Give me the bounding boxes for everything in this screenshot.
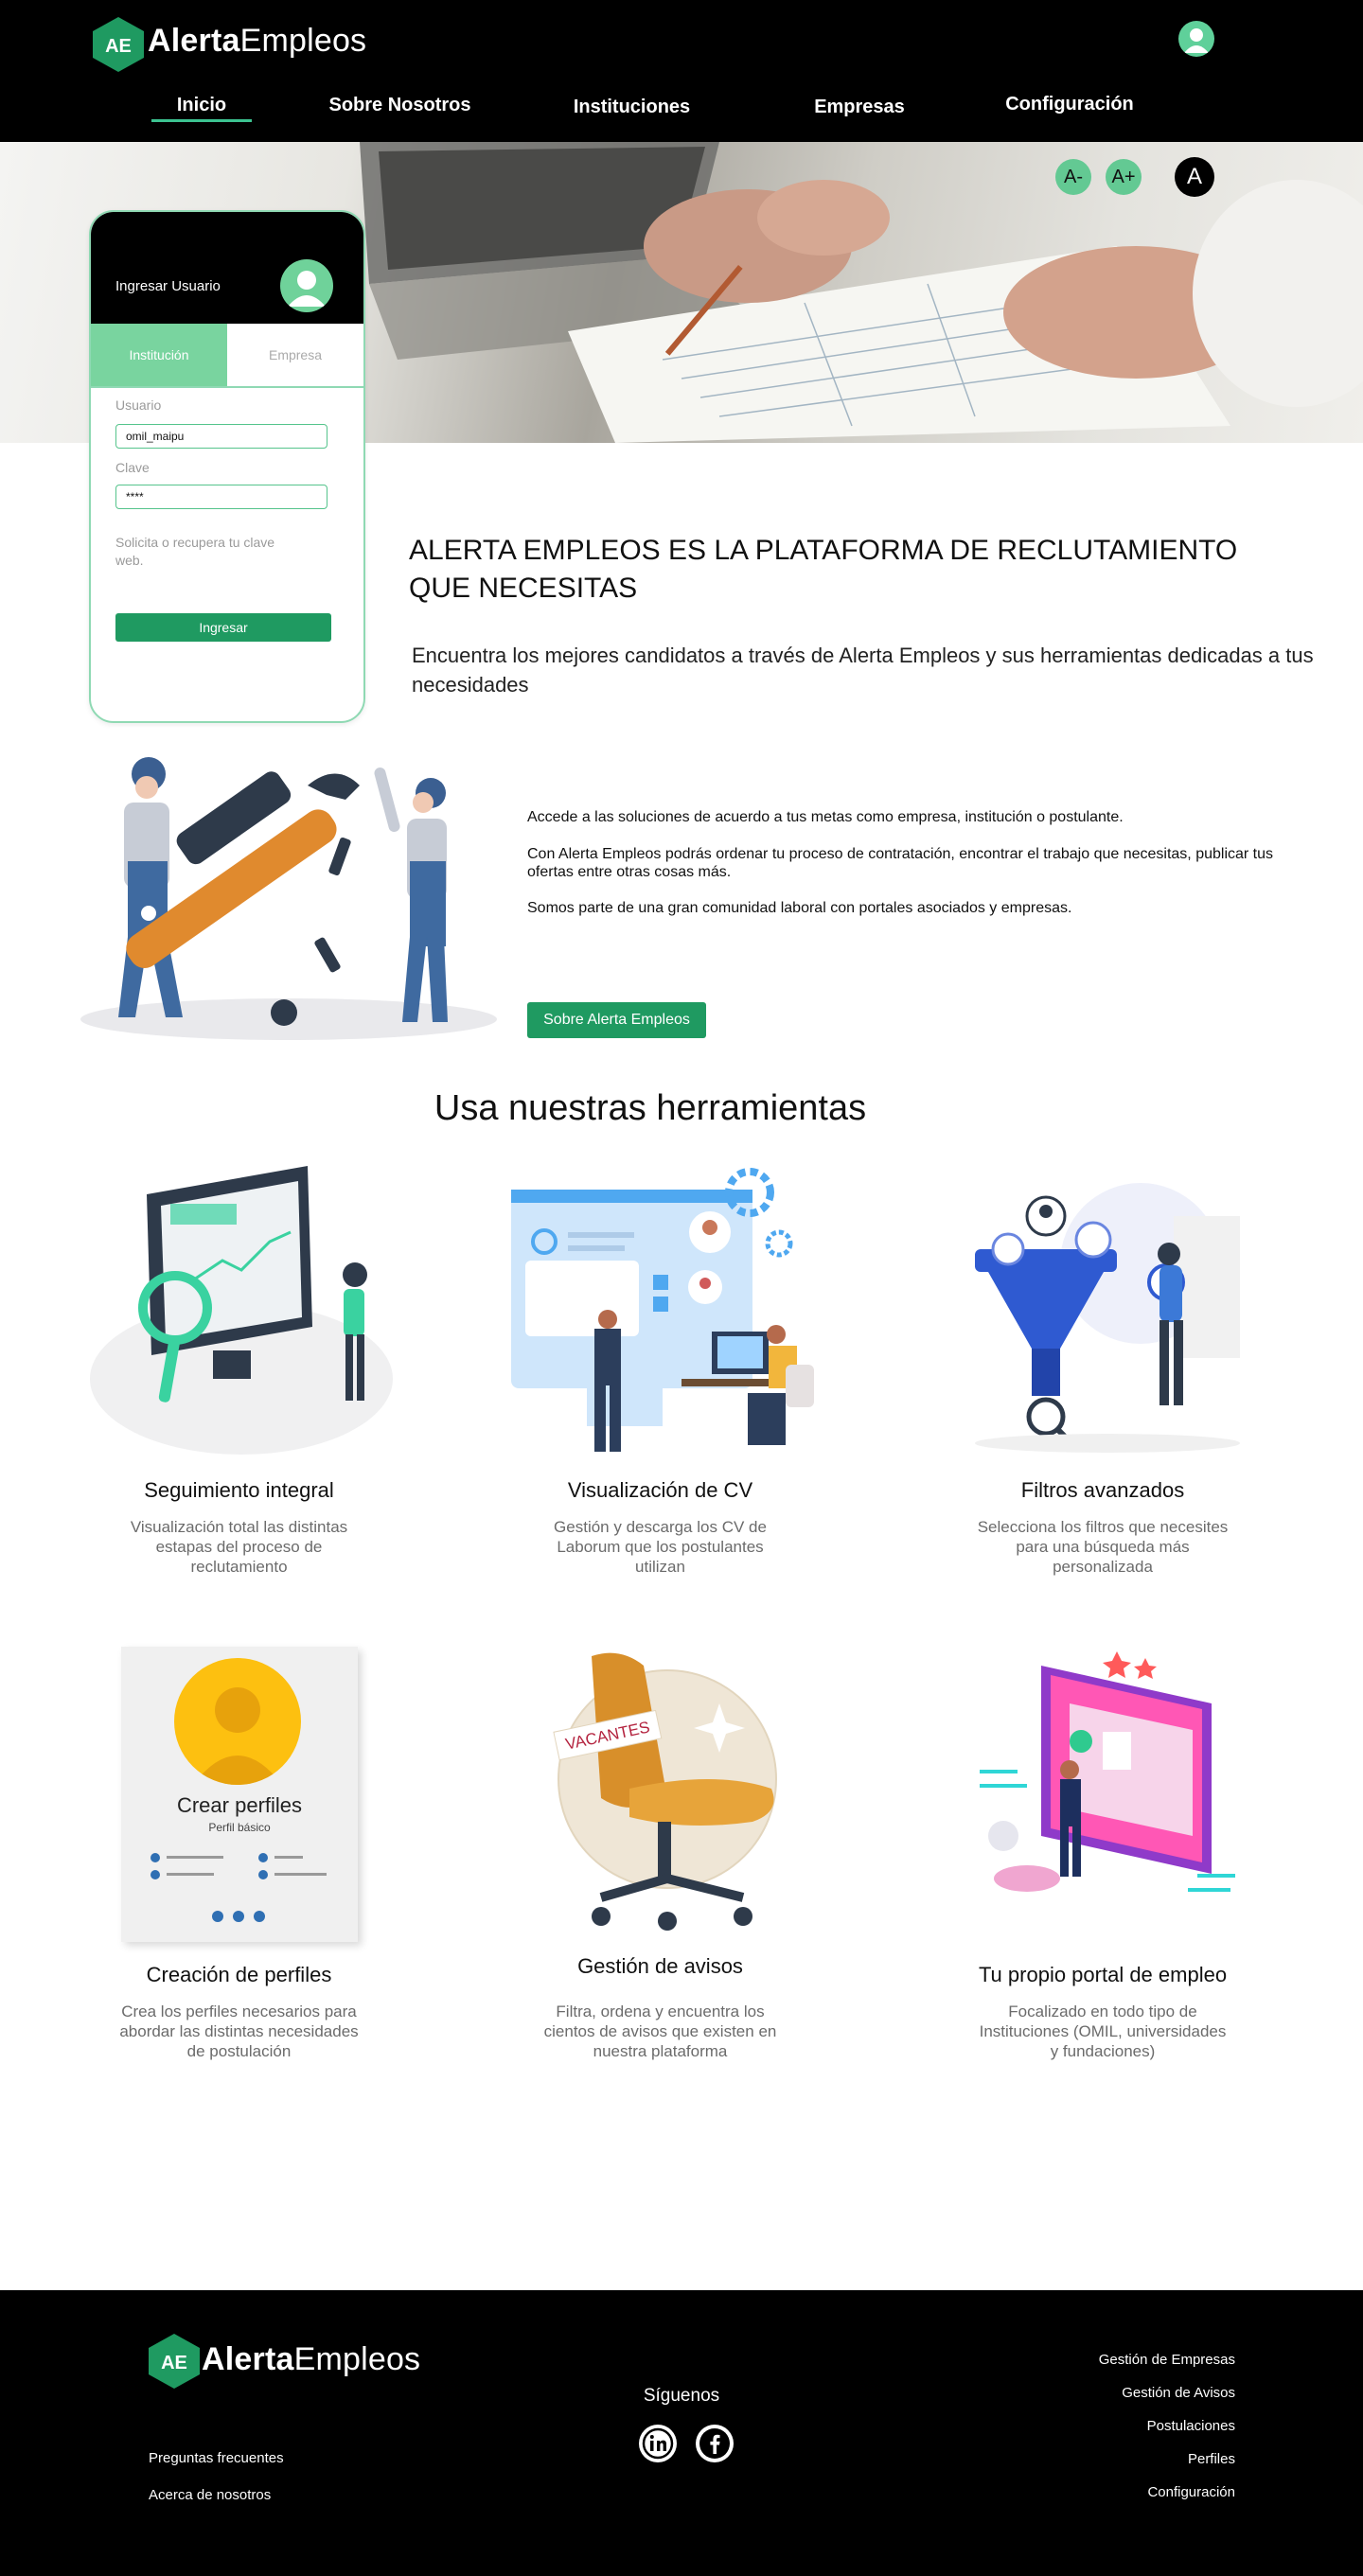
cv-visualization-illustration [511,1168,814,1452]
job-portal-illustration [980,1651,1235,1892]
recover-password-link[interactable]: Solicita o recupera tu clave web. [115,534,276,570]
tool-5-title: Gestión de avisos [577,1954,743,1978]
tool-3-desc: Selecciona los filtros que necesites par… [977,1518,1229,1576]
footer-logo-hexagon-icon: AE [149,2334,200,2389]
tab-institucion[interactable]: Institución [91,324,227,386]
tab-divider [91,386,363,388]
tool-2-desc: Gestión y descarga los CV de Laborum que… [554,1518,767,1576]
tool-6-title: Tu propio portal de empleo [978,1963,1228,1986]
user-input[interactable]: omil_maipu [115,424,327,449]
nav-sobre-nosotros[interactable]: Sobre Nosotros [322,95,478,116]
footer-follow-title: Síguenos [643,2386,720,2406]
login-submit-button[interactable]: Ingresar [115,613,331,642]
footer-logo-text: AlertaEmpleos [202,2341,420,2378]
logo-regular: Empleos [239,23,367,59]
nav-active-indicator [151,119,252,122]
user-avatar-icon[interactable] [1178,21,1214,57]
footer-link-configuracion[interactable]: Configuración [994,2484,1235,2500]
footer-logo-mark-text: AE [161,2353,187,2373]
tool-1-desc: Visualización total las distintas estapa… [130,1518,348,1576]
login-header: Ingresar Usuario [91,212,363,324]
nav-empresas[interactable]: Empresas [793,97,926,118]
profile-card-title: Crear perfiles [176,1793,303,1817]
password-label: Clave [115,460,150,475]
login-card: Ingresar Usuario Institución Empresa Usu… [89,210,365,723]
contrast-toggle-button[interactable]: A [1175,157,1214,197]
nav-configuracion[interactable]: Configuración [994,94,1145,115]
logo-mark-text: AE [105,36,132,57]
footer-link-avisos[interactable]: Gestión de Avisos [994,2385,1235,2401]
footer-link-postulaciones[interactable]: Postulaciones [994,2418,1235,2434]
linkedin-icon[interactable] [639,2425,677,2462]
facebook-icon[interactable] [696,2425,734,2462]
about-paragraph-2: Con Alerta Empleos podrás ordenar tu pro… [527,846,1274,880]
tool-3-title: Filtros avanzados [1020,1478,1185,1502]
footer-logo-bold: Alerta [202,2341,294,2377]
site-footer: AE AlertaEmpleos Preguntas frecuentes Ac… [0,2290,1363,2576]
profile-card-subtitle: Perfil básico [208,1821,271,1834]
logo-text: AlertaEmpleos [148,23,366,60]
font-increase-button[interactable]: A+ [1106,159,1142,195]
footer-logo-regular: Empleos [293,2341,421,2377]
tool-4-title: Creación de perfiles [146,1963,332,1986]
logo-bold: Alerta [148,23,240,59]
tracking-dashboard-illustration [90,1166,393,1455]
tools-section-title: Usa nuestras herramientas [434,1088,867,1128]
about-button[interactable]: Sobre Alerta Empleos [527,1002,706,1038]
nav-instituciones[interactable]: Instituciones [554,97,710,118]
footer-link-about[interactable]: Acerca de nosotros [149,2487,271,2503]
advanced-filters-illustration [975,1183,1240,1453]
workers-wrench-illustration [80,757,497,1040]
profile-contact-icons [150,1853,327,1922]
login-title: Ingresar Usuario [115,278,221,294]
profile-card-illustration: Crear perfiles Perfil básico [121,1647,358,1942]
intro-headline: ALERTA EMPLEOS ES LA PLATAFORMA DE RECLU… [409,535,1238,604]
user-label: Usuario [115,397,162,413]
logo-hexagon-icon: AE [93,17,144,72]
password-input[interactable]: **** [115,485,327,509]
tool-2-title: Visualización de CV [567,1478,753,1502]
footer-link-empresas[interactable]: Gestión de Empresas [994,2352,1235,2368]
tool-5-desc: Filtra, ordena y encuentra los cientos d… [543,2003,777,2060]
profile-person-icon [174,1658,301,1785]
nav-inicio[interactable]: Inicio [153,95,250,116]
tool-6-desc: Focalizado en todo tipo de Instituciones… [979,2003,1227,2060]
footer-link-perfiles[interactable]: Perfiles [994,2451,1235,2467]
login-avatar-icon [280,259,333,312]
header-logo[interactable]: AE AlertaEmpleos [93,17,366,77]
about-paragraph-1: Accede a las soluciones de acuerdo a tus… [527,809,1124,825]
tool-4-desc: Crea los perfiles necesarios para aborda… [119,2003,359,2060]
font-decrease-button[interactable]: A- [1055,159,1091,195]
tool-1-title: Seguimiento integral [144,1478,334,1502]
site-header: AE AlertaEmpleos Inicio Sobre Nosotros I… [0,0,1363,142]
footer-logo[interactable]: AE AlertaEmpleos [149,2334,420,2393]
tab-empresa[interactable]: Empresa [227,324,363,386]
about-paragraph-3: Somos parte de una gran comunidad labora… [527,900,1072,916]
office-chair-illustration: VACANTES [553,1652,777,1931]
intro-subhead: Encuentra los mejores candidatos a travé… [412,644,1314,697]
footer-link-faq[interactable]: Preguntas frecuentes [149,2450,284,2466]
